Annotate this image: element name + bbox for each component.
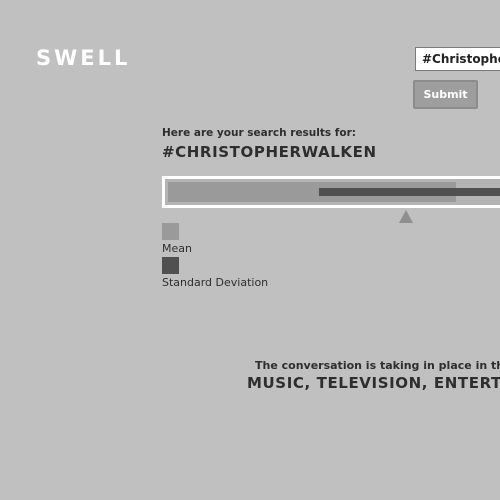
results-query: #CHRISTOPHERWALKEN xyxy=(162,143,377,161)
search-input[interactable] xyxy=(415,47,500,71)
page: SWELL Submit Here are your search result… xyxy=(0,0,500,500)
submit-button[interactable]: Submit xyxy=(413,80,478,109)
standard-deviation-legend-label: Standard Deviation xyxy=(162,276,269,289)
standard-deviation-bar xyxy=(319,188,500,196)
position-marker-icon xyxy=(399,210,413,223)
sentiment-bar xyxy=(162,176,500,208)
standard-deviation-legend-swatch xyxy=(162,257,179,274)
conversation-intro: The conversation is taking in place in t… xyxy=(255,359,500,372)
mean-legend-label: Mean xyxy=(162,242,192,255)
swell-logo[interactable]: SWELL xyxy=(36,46,130,70)
results-intro: Here are your search results for: xyxy=(162,127,356,139)
mean-legend-swatch xyxy=(162,223,179,240)
conversation-categories: MUSIC, TELEVISION, ENTERTA xyxy=(247,374,500,392)
